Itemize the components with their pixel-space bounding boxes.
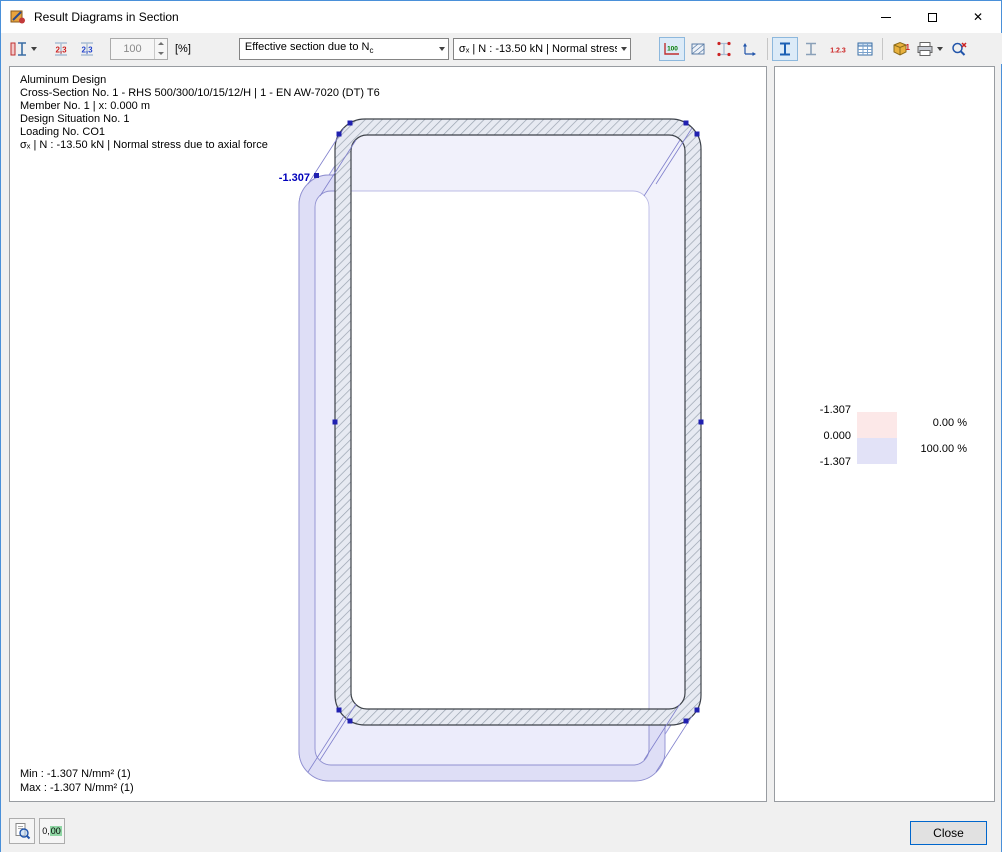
view-settings-button[interactable] — [946, 37, 972, 61]
percent-label: [%] — [175, 42, 191, 55]
scale-value[interactable]: 100 — [111, 39, 154, 59]
result-diagrams-window: Result Diagrams in Section ✕ 2,3 2,3 100… — [0, 0, 1002, 852]
full-cross-section-icon — [779, 42, 790, 55]
close-window-button[interactable]: ✕ — [955, 1, 1001, 33]
window-icon — [10, 9, 26, 25]
info-line: σₓ | N : -13.50 kN | Normal stress due t… — [20, 139, 268, 151]
info-line: Member No. 1 | x: 0.000 m — [20, 100, 151, 112]
window-controls: ✕ — [863, 1, 1001, 33]
spin-down-button[interactable] — [155, 49, 167, 59]
print-preview-button[interactable] — [9, 818, 35, 844]
legend-swatch-top — [857, 412, 897, 438]
spin-down-icon — [158, 52, 164, 55]
svg-text:1: 1 — [905, 43, 910, 52]
full-cross-section-button[interactable] — [771, 36, 798, 61]
effective-cross-section-button[interactable] — [798, 37, 824, 61]
section-canvas[interactable]: -1.307 Aluminum Design Cross-Section No.… — [9, 66, 767, 802]
table-icon — [857, 42, 873, 55]
stress-points-blue-icon: 2,3 — [81, 41, 93, 56]
render-section-icon: 1 — [893, 41, 910, 56]
stress-value-label: -1.307 — [279, 172, 310, 184]
svg-text:2,3: 2,3 — [55, 45, 67, 54]
legend-swatch-bottom — [857, 438, 897, 464]
maximize-icon — [927, 12, 937, 22]
show-hatching-button[interactable] — [685, 37, 711, 61]
footer: 0,00 Close — [1, 802, 1001, 852]
legend-percent-bottom: 100.00 % — [920, 443, 967, 455]
max-value-label: Max : -1.307 N/mm² (1) — [20, 782, 134, 794]
dropdown-caret-icon — [936, 46, 943, 51]
spin-up-button[interactable] — [155, 39, 167, 49]
min-value-label: Min : -1.307 N/mm² (1) — [20, 768, 131, 780]
show-values-button[interactable]: 100 — [658, 36, 685, 61]
diagram-type-icon — [10, 41, 26, 56]
toolbar: 2,3 2,3 100 [%] Effective section due to… — [2, 33, 1002, 64]
result-type-select-label: σₓ | N : -13.50 kN | Normal stress (... — [458, 42, 617, 55]
legend-percent-top: 0.00 % — [932, 417, 967, 429]
svg-text:1.2.3: 1.2.3 — [830, 47, 846, 54]
window-title: Result Diagrams in Section — [34, 10, 179, 24]
chevron-down-icon — [438, 46, 445, 51]
result-table-button[interactable] — [852, 37, 878, 61]
legend-value-mid: 0.000 — [823, 430, 851, 442]
stress-point-labels-button[interactable] — [711, 37, 737, 61]
maximize-button[interactable] — [909, 1, 955, 33]
legend-panel: -1.307 0.000 -1.307 0.00 % 100.00 % — [774, 66, 995, 802]
magnifier-red-x-icon — [952, 41, 967, 56]
legend-value-max: -1.307 — [819, 404, 851, 416]
effective-section-select-label: Effective section due to N — [244, 41, 370, 54]
numbering-icon: 1.2.3 — [830, 47, 846, 54]
minmax-block: Min : -1.307 N/mm² (1) Max : -1.307 N/mm… — [20, 767, 134, 795]
print-button[interactable] — [913, 37, 946, 61]
close-icon: ✕ — [972, 10, 984, 24]
close-button[interactable]: Close — [910, 821, 987, 845]
result-type-select[interactable]: σₓ | N : -13.50 kN | Normal stress (... — [452, 37, 631, 60]
toolbar-separator — [881, 37, 883, 60]
stress-points-blue-button[interactable]: 2,3 — [74, 37, 100, 61]
titlebar: Result Diagrams in Section ✕ — [1, 1, 1001, 33]
show-values-icon: 100 — [664, 42, 679, 55]
spin-up-icon — [158, 42, 164, 45]
effective-section-select[interactable]: Effective section due to Nc — [238, 37, 449, 60]
stress-points-red-button[interactable]: 2,3 — [48, 37, 74, 61]
svg-text:2,3: 2,3 — [81, 45, 93, 54]
effective-section-select-sub: c — [369, 46, 374, 56]
result-info-block: Aluminum Design Cross-Section No. 1 - RH… — [20, 74, 380, 152]
stress-point-labels-icon — [717, 41, 731, 56]
minimize-icon — [881, 16, 891, 18]
info-line: Cross-Section No. 1 - RHS 500/300/10/15/… — [20, 87, 380, 99]
spinner-arrows — [154, 38, 167, 59]
dropdown-caret-icon — [31, 46, 37, 51]
effective-cross-section-icon — [805, 42, 816, 55]
section-drawing: -1.307 — [279, 118, 704, 782]
scale-spinner[interactable]: 100 — [110, 37, 168, 60]
decimal-places-button[interactable]: 0,00 — [39, 818, 65, 844]
legend-value-min: -1.307 — [819, 456, 851, 468]
render-section-button[interactable]: 1 — [887, 37, 913, 61]
local-axes-button[interactable] — [737, 37, 763, 61]
decimal-places-icon: 0,00 — [42, 826, 62, 836]
info-line: Loading No. CO1 — [20, 126, 105, 138]
local-axes-icon — [742, 42, 756, 56]
info-line: Aluminum Design — [20, 74, 107, 86]
info-line: Design Situation No. 1 — [20, 113, 130, 125]
numbering-button[interactable]: 1.2.3 — [824, 37, 852, 61]
print-preview-icon — [15, 823, 31, 840]
chevron-down-icon — [620, 46, 627, 51]
section-interior — [351, 135, 685, 709]
hatching-icon — [691, 43, 705, 54]
diagram-type-button[interactable] — [7, 37, 40, 61]
printer-icon — [917, 41, 933, 56]
toolbar-separator — [766, 37, 768, 60]
svg-text:100: 100 — [667, 45, 678, 52]
stress-legend: -1.307 0.000 -1.307 0.00 % 100.00 % — [805, 404, 975, 477]
stress-points-red-icon: 2,3 — [55, 41, 67, 56]
minimize-button[interactable] — [863, 1, 909, 33]
